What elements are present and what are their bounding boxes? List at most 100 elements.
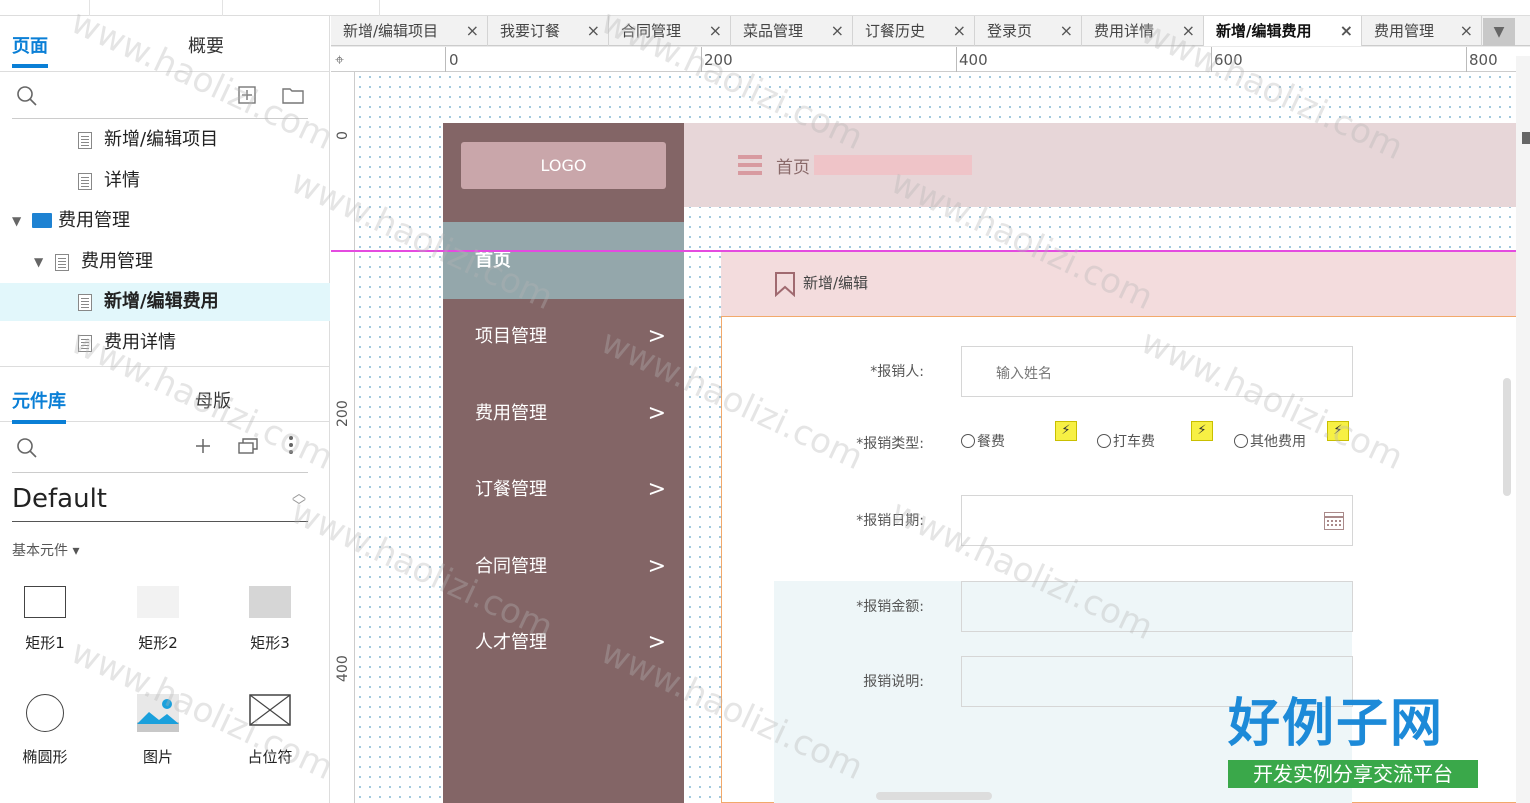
widget-rectangle-2[interactable]: 矩形2 — [113, 586, 203, 653]
nav-item-projects[interactable]: 项目管理 > — [443, 299, 684, 375]
widget-placeholder[interactable]: 占位符 — [225, 694, 315, 767]
page-icon — [55, 254, 69, 271]
tab-library[interactable]: 元件库 — [12, 387, 66, 413]
tree-item-label: 详情 — [104, 170, 140, 191]
horizontal-ruler: ⌖ 0 200 400 600 800 — [331, 47, 1530, 72]
tab-page[interactable]: 新增/编辑项目 × — [331, 16, 488, 46]
tab-page[interactable]: 订餐历史 × — [853, 16, 975, 46]
ruler-label: 0 — [449, 51, 459, 69]
tab-page[interactable]: 菜品管理 × — [731, 16, 853, 46]
interaction-bolt-icon[interactable]: ⚡ — [1055, 421, 1077, 441]
nav-item-label: 订餐管理 — [475, 479, 547, 500]
folder-icon — [32, 213, 52, 228]
tree-item-page[interactable]: ▼ 费用管理 — [0, 243, 330, 281]
caret-down-icon[interactable]: ▼ — [12, 202, 21, 240]
widget-rectangle-3[interactable]: 矩形3 — [225, 586, 315, 653]
ruler-tick — [445, 47, 446, 72]
library-select[interactable]: Default ︿ ﹀ — [12, 484, 308, 522]
tree-item-page[interactable]: 详情 — [0, 162, 330, 200]
ruler-label: 400 — [335, 655, 351, 682]
tab-page[interactable]: 费用管理 × — [1362, 16, 1482, 46]
widget-rectangle-1[interactable]: 矩形1 — [0, 586, 90, 653]
tab-overflow-button[interactable]: ▼ — [1483, 18, 1515, 46]
basic-widgets-label[interactable]: 基本元件 ▾ — [12, 540, 79, 560]
bookmark-icon — [774, 271, 796, 298]
caret-down-icon[interactable]: ▼ — [34, 243, 43, 281]
collapse-handle-icon[interactable] — [1522, 132, 1530, 144]
search-icon[interactable] — [16, 85, 38, 112]
add-library-icon[interactable] — [194, 437, 212, 460]
menu-icon[interactable] — [738, 155, 762, 175]
close-icon[interactable]: × — [1060, 16, 1073, 46]
radio-taxi[interactable]: 打车费 — [1097, 431, 1155, 451]
reporter-input[interactable]: 输入姓名 — [961, 346, 1353, 397]
tab-page[interactable]: 费用详情 × — [1082, 16, 1204, 46]
close-icon[interactable]: × — [831, 16, 844, 46]
interaction-bolt-icon[interactable]: ⚡ — [1327, 421, 1349, 441]
page-icon — [78, 173, 92, 190]
widget-image[interactable]: 图片 — [113, 694, 203, 767]
tree-item-page[interactable]: 新增/编辑项目 — [0, 121, 330, 159]
tab-overview[interactable]: 概要 — [188, 32, 224, 58]
library-toolbar — [12, 423, 308, 473]
nav-item-home[interactable]: 首页 — [443, 222, 684, 299]
close-icon[interactable]: × — [1340, 16, 1353, 46]
right-edge-panel — [1516, 56, 1530, 803]
add-folder-icon[interactable] — [282, 86, 304, 109]
nav-item-label: 合同管理 — [475, 556, 547, 577]
ruler-tick — [1211, 47, 1212, 72]
date-input[interactable] — [961, 495, 1353, 546]
close-icon[interactable]: × — [1460, 16, 1473, 46]
design-canvas[interactable]: 新增/编辑项目 × 我要订餐 × 合同管理 × 菜品管理 × 订餐历史 × 登录页 × 费用… — [331, 16, 1530, 803]
ruler-tick — [701, 47, 702, 72]
close-icon[interactable]: × — [709, 16, 722, 46]
chevron-right-icon: > — [647, 477, 666, 502]
page-tab-bar: 新增/编辑项目 × 我要订餐 × 合同管理 × 菜品管理 × 订餐历史 × 登录页 × 费用… — [331, 16, 1530, 46]
tab-master[interactable]: 母版 — [195, 387, 231, 413]
widget-ellipse[interactable]: 椭圆形 — [0, 694, 90, 767]
nav-item-label: 费用管理 — [475, 403, 547, 424]
nav-item-expenses[interactable]: 费用管理 > — [443, 376, 684, 452]
desc-label: 报销说明: — [863, 674, 924, 690]
radio-meal[interactable]: 餐费 — [961, 431, 1005, 451]
image-icon — [137, 694, 179, 732]
library-copy-icon[interactable] — [237, 437, 259, 460]
close-icon[interactable]: × — [953, 16, 966, 46]
ruler-label: 200 — [335, 400, 351, 427]
amount-input[interactable] — [961, 581, 1353, 632]
nav-item-contracts[interactable]: 合同管理 > — [443, 529, 684, 605]
search-icon[interactable] — [16, 437, 38, 464]
crosshair-icon[interactable]: ⌖ — [335, 50, 344, 70]
more-options-icon[interactable] — [288, 435, 294, 460]
date-label: *报销日期: — [856, 513, 924, 529]
close-icon[interactable]: × — [466, 16, 479, 46]
tab-page[interactable]: 我要订餐 × — [488, 16, 609, 46]
chevron-right-icon: > — [647, 324, 666, 349]
close-icon[interactable]: × — [587, 16, 600, 46]
interaction-bolt-icon[interactable]: ⚡ — [1191, 421, 1213, 441]
calendar-icon[interactable] — [1324, 512, 1344, 530]
chevron-right-icon: > — [647, 401, 666, 426]
vertical-scrollbar[interactable] — [1503, 378, 1511, 496]
nav-item-meals[interactable]: 订餐管理 > — [443, 452, 684, 528]
widget-label: 占位符 — [247, 748, 293, 766]
radio-other[interactable]: 其他费用 — [1234, 431, 1306, 451]
rectangle-icon — [249, 586, 291, 618]
tab-page[interactable]: 登录页 × — [975, 16, 1082, 46]
add-page-icon[interactable] — [238, 86, 256, 109]
header-title-bar — [814, 155, 972, 175]
horizontal-scrollbar[interactable] — [876, 792, 992, 800]
breadcrumb-label: 新增/编辑 — [803, 274, 869, 292]
nav-item-talent[interactable]: 人才管理 > — [443, 605, 684, 681]
radio-label: 其他费用 — [1250, 434, 1306, 450]
close-icon[interactable]: × — [1182, 16, 1195, 46]
tab-pages[interactable]: 页面 — [12, 32, 48, 58]
tree-item-folder[interactable]: ▼ 费用管理 — [0, 202, 330, 240]
tab-page-active[interactable]: 新增/编辑费用 × — [1204, 16, 1362, 46]
tree-item-page-selected[interactable]: 新增/编辑费用 — [0, 283, 330, 321]
tab-page[interactable]: 合同管理 × — [609, 16, 731, 46]
chevron-right-icon: > — [647, 630, 666, 655]
updown-icon: ︿ ﹀ — [292, 486, 306, 515]
tree-item-page[interactable]: 费用详情 — [0, 324, 330, 362]
radio-circle-icon — [1234, 434, 1248, 448]
